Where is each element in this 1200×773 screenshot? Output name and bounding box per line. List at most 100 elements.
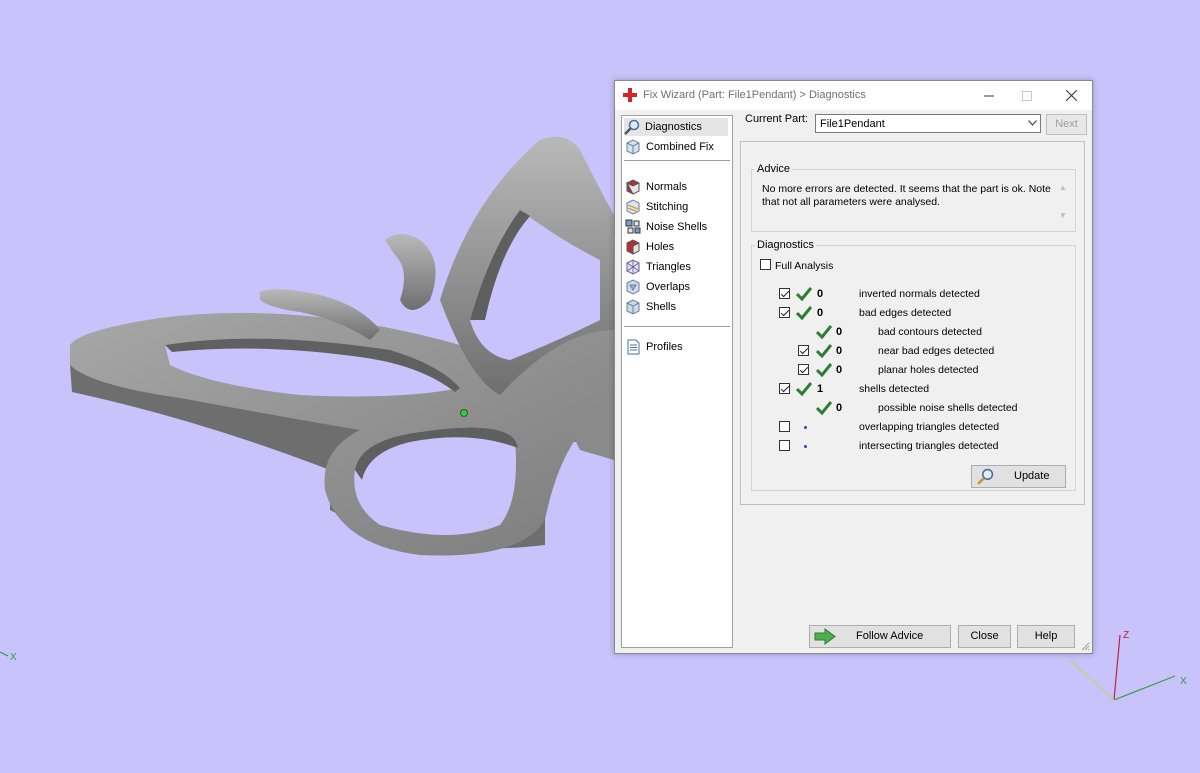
nav-item-shells[interactable]: Shells [625, 298, 676, 316]
help-button[interactable]: Help [1017, 625, 1075, 648]
nav-item-overlaps[interactable]: Overlaps [625, 278, 690, 296]
axis-x-label: X [1180, 676, 1187, 687]
nav-item-label: Noise Shells [646, 221, 708, 233]
row-label: bad edges detected [859, 307, 952, 319]
normals-cube-icon [625, 179, 640, 195]
row-count: 0 [817, 307, 824, 319]
green-check-icon [816, 401, 832, 416]
nav-item-label: Diagnostics [645, 121, 702, 133]
row-label: intersecting triangles detected [859, 440, 999, 452]
green-check-icon [816, 325, 832, 340]
row-count: 1 [817, 383, 824, 395]
maximize-button[interactable] [1008, 81, 1046, 110]
minimize-button[interactable] [970, 81, 1008, 110]
green-check-icon [796, 306, 812, 321]
green-check-icon [816, 363, 832, 378]
diagnostics-legend: Diagnostics [757, 239, 814, 251]
current-part-label: Current Part: [745, 113, 808, 125]
nav-item-stitching[interactable]: Stitching [625, 198, 688, 216]
chevron-down-icon [1028, 120, 1037, 126]
magnifier-icon [624, 119, 640, 135]
follow-advice-button[interactable]: Follow Advice [809, 625, 951, 648]
close-icon [1065, 90, 1077, 101]
nav-item-normals[interactable]: Normals [625, 178, 687, 196]
wizard-nav-list: Diagnostics Combined Fix Normals Stitchi… [621, 115, 733, 648]
row-count: 0 [836, 326, 843, 338]
row-checkbox-overlapping-triangles[interactable] [779, 421, 790, 432]
row-label: near bad edges detected [878, 345, 995, 357]
nav-item-label: Triangles [646, 261, 691, 273]
axis-indicator-left: X [0, 651, 17, 663]
window-title: Fix Wizard (Part: File1Pendant) > Diagno… [643, 89, 866, 101]
row-label: overlapping triangles detected [859, 421, 1000, 433]
diagnostics-panel: Advice No more errors are detected. It s… [740, 141, 1085, 505]
row-checkbox-intersecting-triangles[interactable] [779, 440, 790, 451]
holes-cube-icon [626, 239, 640, 255]
overlaps-icon [626, 279, 640, 295]
current-part-value: File1Pendant [820, 118, 885, 130]
noise-shells-icon [625, 219, 641, 234]
row-label: inverted normals detected [859, 288, 980, 300]
cube-icon [626, 139, 640, 155]
status-dot-icon [804, 426, 807, 429]
nav-item-triangles[interactable]: Triangles [625, 258, 691, 276]
row-checkbox-shells[interactable] [779, 383, 790, 394]
nav-divider [624, 326, 730, 327]
row-label: planar holes detected [878, 364, 979, 376]
nav-item-label: Combined Fix [646, 141, 714, 153]
nav-item-label: Shells [646, 301, 676, 313]
scroll-down-icon[interactable]: ▼ [1059, 211, 1067, 220]
nav-item-holes[interactable]: Holes [625, 238, 674, 256]
row-label: bad contours detected [878, 326, 982, 338]
advice-text: No more errors are detected. It seems th… [762, 183, 1051, 208]
full-analysis-checkbox[interactable] [760, 259, 771, 270]
butterfly-pendant-model [70, 136, 614, 556]
arrow-right-icon [814, 628, 836, 645]
triangles-icon [626, 259, 640, 275]
full-analysis-label: Full Analysis [775, 260, 834, 272]
minimize-icon [984, 95, 994, 96]
row-checkbox-bad-edges[interactable] [779, 307, 790, 318]
close-button[interactable]: Close [958, 625, 1011, 648]
row-checkbox-planar-holes[interactable] [798, 364, 809, 375]
resize-grip-icon[interactable] [1080, 641, 1090, 651]
scroll-up-icon[interactable]: ▲ [1059, 183, 1067, 192]
update-label: Update [1014, 470, 1050, 482]
nav-item-profiles[interactable]: Profiles [625, 338, 683, 356]
row-label: shells detected [859, 383, 930, 395]
status-dot-icon [804, 445, 807, 448]
magnifier-icon [977, 468, 994, 485]
stitching-icon [626, 199, 640, 215]
advice-legend: Advice [757, 163, 791, 175]
axis-x-label-left: X [10, 652, 17, 663]
maximize-icon [1022, 90, 1032, 101]
next-button[interactable]: Next [1046, 114, 1087, 135]
row-checkbox-inverted-normals[interactable] [779, 288, 790, 299]
green-check-icon [816, 344, 832, 359]
nav-divider [624, 160, 730, 161]
advice-scrollbar[interactable]: ▲ ▼ [1058, 183, 1068, 223]
close-window-button[interactable] [1052, 81, 1090, 110]
row-checkbox-near-bad-edges[interactable] [798, 345, 809, 356]
nav-item-combined-fix[interactable]: Combined Fix [625, 138, 714, 156]
update-button[interactable]: Update [971, 465, 1066, 488]
nav-item-label: Normals [646, 181, 687, 193]
follow-advice-label: Follow Advice [856, 630, 924, 642]
nav-item-label: Overlaps [646, 281, 691, 293]
fix-wizard-dialog: Fix Wizard (Part: File1Pendant) > Diagno… [614, 80, 1093, 654]
row-count: 0 [836, 364, 843, 376]
row-label: possible noise shells detected [878, 402, 1018, 414]
current-part-select[interactable]: File1Pendant [815, 114, 1041, 133]
title-bar[interactable]: Fix Wizard (Part: File1Pendant) > Diagno… [615, 81, 1092, 110]
green-check-icon [796, 287, 812, 302]
row-count: 0 [817, 288, 824, 300]
shells-icon [626, 299, 640, 315]
nav-item-label: Holes [646, 241, 675, 253]
nav-item-label: Profiles [646, 341, 683, 353]
nav-item-diagnostics[interactable]: Diagnostics [624, 118, 728, 136]
nav-item-label: Stitching [646, 201, 689, 213]
row-count: 0 [836, 402, 843, 414]
nav-item-noise-shells[interactable]: Noise Shells [625, 218, 707, 236]
red-cross-icon [623, 88, 637, 102]
axis-z-label: Z [1123, 630, 1129, 641]
